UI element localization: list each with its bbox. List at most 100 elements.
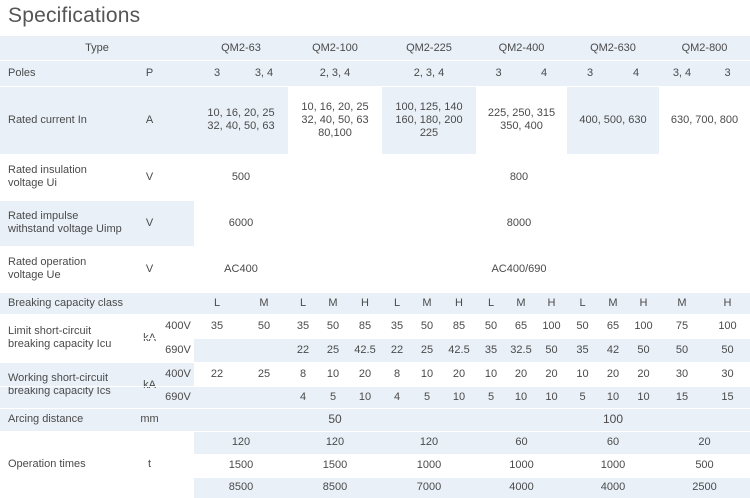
row-divider [0, 246, 750, 247]
icu-690v-value: 42.5 [354, 343, 376, 356]
breaking-class-value: M [677, 296, 687, 309]
ics-400v-value: 20 [637, 367, 650, 380]
icu-690v-value: 42 [606, 343, 620, 356]
ics-690v-value: 10 [452, 390, 466, 403]
ics-400v-value: 10 [484, 367, 498, 380]
icu-400v-value: 50 [257, 319, 271, 332]
operation-times-value: 4000 [509, 481, 534, 493]
breaking-class-value: H [361, 296, 369, 309]
breaking-class-value: H [455, 296, 463, 309]
ics-unit: kA [143, 378, 156, 391]
ics-690v-value: 4 [299, 390, 307, 403]
icu-690v-value: 50 [721, 343, 734, 356]
rated-current-value: 400, 500, 630 [567, 86, 659, 154]
poles-unit: P [145, 66, 154, 79]
icu-400v-value: 85 [358, 319, 372, 332]
icu-400v-value: 50 [420, 319, 434, 332]
poles-value: 3, 4 [672, 66, 692, 79]
insulation-voltage-label: Rated insulation voltage Ui [8, 164, 87, 189]
model-header: QM2-63 [221, 41, 261, 54]
ics-690v-value: 4 [393, 390, 401, 403]
icu-400v-value: 35 [296, 319, 310, 332]
model-header: QM2-100 [312, 41, 358, 54]
poles-value: 4 [540, 66, 548, 79]
operation-times-value: 1000 [416, 459, 442, 471]
breaking-class-value: H [723, 296, 732, 309]
ics-690v-value: 5 [579, 390, 586, 403]
rated-current-unit: A [145, 113, 154, 126]
ics-400v-value: 20 [358, 367, 372, 380]
icu-400v-value: 100 [634, 319, 653, 332]
rated-current-value: 10, 16, 20, 25 32, 40, 50, 63 [194, 86, 288, 154]
rated-current-value: 225, 250, 315 350, 400 [487, 107, 556, 132]
operation-times-value: 1500 [228, 459, 254, 471]
ics-400v-value: 25 [257, 367, 271, 380]
arcing-label: Arcing distance [8, 413, 84, 425]
row-divider [0, 454, 750, 455]
arcing-value: 50 [328, 412, 342, 426]
operation-times-value: 500 [695, 459, 714, 471]
icu-400v-value: 35 [210, 319, 224, 332]
operation-voltage-value: AC400/690 [491, 262, 547, 275]
impulse-voltage-value: 8000 [506, 216, 532, 229]
icu-690v-value: 35 [576, 343, 589, 356]
ics-400v-value: 20 [545, 367, 558, 380]
icu-400v-value: 100 [718, 319, 737, 332]
poles-value: 2, 3, 4 [319, 66, 351, 79]
operation-times-unit: t [147, 458, 152, 470]
ics-label: Working short-circuit breaking capacity … [8, 372, 111, 397]
model-header: QM2-225 [406, 41, 452, 54]
icu-690v-value: 50 [675, 343, 689, 356]
icu-690v-value: 25 [420, 343, 434, 356]
impulse-voltage-value: 6000 [228, 216, 254, 229]
operation-times-value: 8500 [228, 481, 254, 493]
insulation-voltage-value: 500 [231, 170, 251, 183]
poles-value: 3 [724, 66, 731, 79]
poles-value: 3 [213, 66, 221, 79]
breaking-class-value: M [259, 296, 269, 309]
icu-690v-value: 25 [326, 343, 340, 356]
operation-times-value: 4000 [600, 481, 626, 493]
operation-times-value: 60 [606, 436, 620, 448]
breaking-class-value: M [608, 296, 618, 309]
poles-value: 3 [495, 66, 502, 79]
icu-400v-value: 100 [542, 319, 561, 332]
row-divider [0, 86, 750, 87]
operation-voltage-value: AC400 [224, 262, 258, 275]
poles-value: 3 [586, 66, 594, 79]
breaking-class-value: L [579, 296, 586, 309]
icu-400v-value: 50 [326, 319, 340, 332]
rated-current-value: 100, 125, 140 160, 180, 200 225 [382, 86, 476, 154]
icu-400v-value: 75 [675, 319, 689, 332]
icu-400v-label: 400V [165, 319, 191, 332]
arcing-unit: mm [140, 413, 159, 425]
ics-690v-value: 10 [637, 390, 650, 403]
ics-690v-value: 5 [487, 390, 495, 403]
ics-400v-value: 22 [210, 367, 224, 380]
ics-690v-value: 10 [514, 390, 528, 403]
ics-400v-value: 20 [606, 367, 620, 380]
impulse-voltage-unit: V [145, 216, 154, 229]
row-divider [0, 431, 750, 432]
rated-current-value: 630, 700, 800 [670, 113, 739, 126]
breaking-class-value: L [393, 296, 401, 309]
operation-voltage-unit: V [145, 262, 154, 275]
icu-400v-value: 85 [452, 319, 466, 332]
icu-690v-value: 35 [484, 343, 498, 356]
icu-400v-value: 50 [484, 319, 498, 332]
row-divider [0, 60, 750, 61]
ics-400v-value: 8 [299, 367, 307, 380]
poles-value: 2, 3, 4 [413, 66, 445, 79]
ics-690v-label: 690V [165, 390, 191, 403]
model-header: QM2-630 [590, 41, 636, 54]
ics-690v-value: 15 [721, 390, 734, 403]
row-divider [0, 292, 750, 293]
row-divider [0, 314, 750, 315]
rated-current-label: Rated current In [8, 113, 87, 126]
operation-times-value: 1000 [509, 459, 534, 471]
ics-690v-value: 5 [329, 390, 337, 403]
arcing-value: 100 [602, 412, 624, 426]
operation-times-value: 7000 [416, 481, 442, 493]
row-divider [0, 477, 750, 478]
breaking-class-value: H [547, 296, 556, 309]
